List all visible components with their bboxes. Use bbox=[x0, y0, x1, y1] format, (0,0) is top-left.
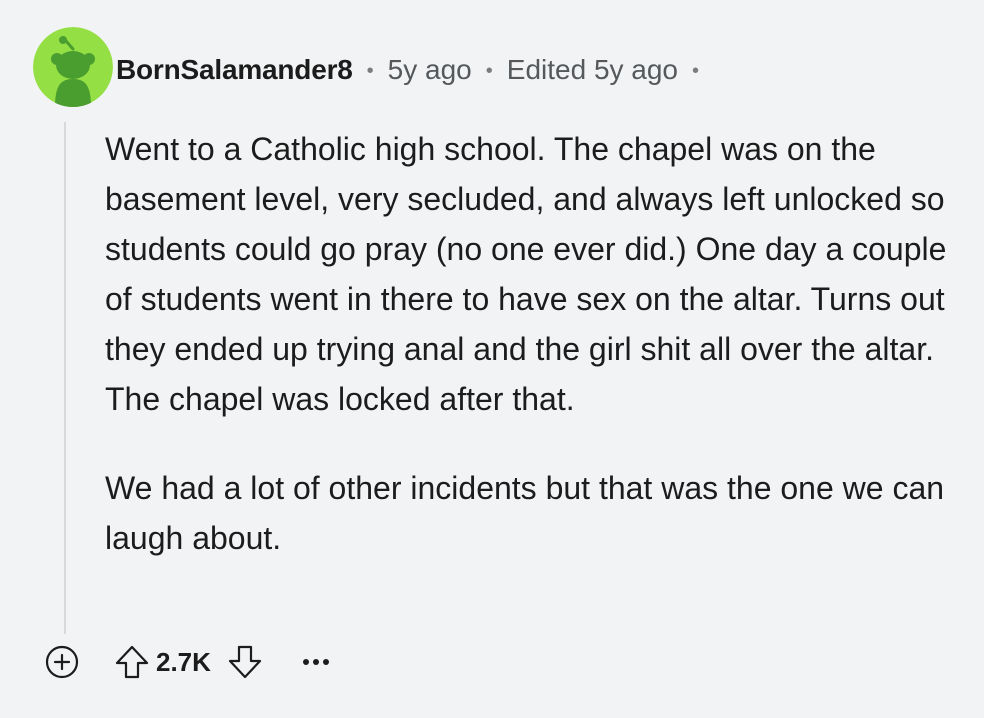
ellipsis-icon bbox=[302, 659, 329, 665]
comment-age[interactable]: 5y ago bbox=[388, 54, 472, 86]
separator-dot: • bbox=[485, 59, 493, 82]
more-options-button[interactable] bbox=[301, 642, 331, 682]
comment-header: BornSalamander8 • 5y ago • Edited 5y ago… bbox=[116, 50, 713, 90]
expand-button[interactable] bbox=[42, 642, 82, 682]
arrow-down-icon bbox=[228, 645, 262, 679]
separator-dot: • bbox=[692, 59, 700, 82]
upvote-button[interactable] bbox=[110, 640, 154, 684]
snoo-avatar-icon[interactable] bbox=[33, 27, 113, 107]
vote-score: 2.7K bbox=[156, 646, 211, 677]
comment-paragraph: We had a lot of other incidents but that… bbox=[105, 470, 945, 556]
comment-body: Went to a Catholic high school. The chap… bbox=[105, 124, 965, 563]
comment-paragraph: Went to a Catholic high school. The chap… bbox=[105, 131, 947, 417]
author-username[interactable]: BornSalamander8 bbox=[116, 54, 353, 86]
comment-actions: 2.7K bbox=[42, 640, 331, 684]
downvote-button[interactable] bbox=[223, 640, 267, 684]
edited-label: Edited 5y ago bbox=[506, 54, 679, 85]
comment: BornSalamander8 • 5y ago • Edited 5y ago… bbox=[0, 0, 984, 718]
arrow-up-icon bbox=[115, 645, 149, 679]
thread-line[interactable] bbox=[64, 122, 66, 634]
separator-dot: • bbox=[366, 59, 374, 82]
plus-circle-icon bbox=[45, 645, 79, 679]
